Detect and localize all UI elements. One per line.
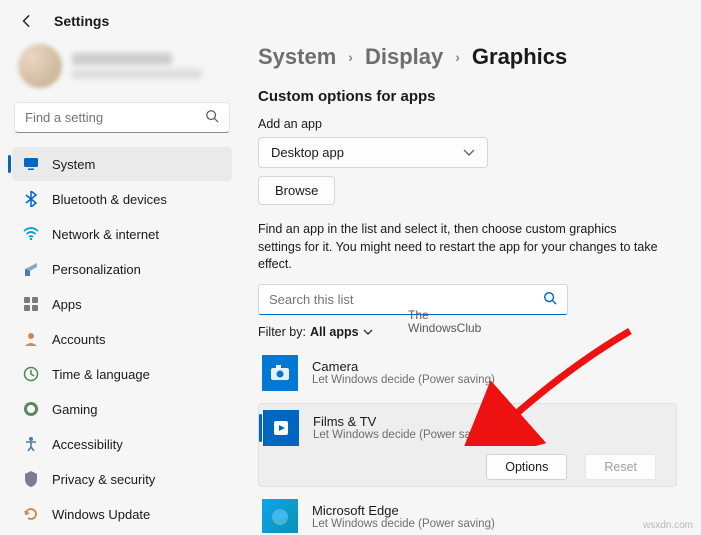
app-row-edge[interactable]: Microsoft Edge Let Windows decide (Power… xyxy=(258,493,677,534)
filter-label: Filter by: xyxy=(258,325,306,339)
system-icon xyxy=(22,155,40,173)
accessibility-icon xyxy=(22,435,40,453)
update-icon xyxy=(22,505,40,523)
back-button[interactable] xyxy=(18,12,36,30)
edge-icon xyxy=(262,499,298,534)
breadcrumb-graphics: Graphics xyxy=(472,44,567,70)
filter-value[interactable]: All apps xyxy=(310,325,359,339)
add-app-label: Add an app xyxy=(258,117,677,131)
sidebar-item-accessibility[interactable]: Accessibility xyxy=(12,427,232,461)
app-subtitle: Let Windows decide (Power saving) xyxy=(313,429,496,441)
app-name: Camera xyxy=(312,359,495,374)
breadcrumb-display[interactable]: Display xyxy=(365,44,443,70)
reset-button[interactable]: Reset xyxy=(585,454,656,480)
profile-name xyxy=(72,53,172,65)
sidebar-item-label: Windows Update xyxy=(52,507,150,522)
profile-block[interactable] xyxy=(12,42,240,102)
app-name: Films & TV xyxy=(313,414,496,429)
sidebar-item-update[interactable]: Windows Update xyxy=(12,497,232,531)
sidebar-item-label: Network & internet xyxy=(52,227,159,242)
main-content: System › Display › Graphics Custom optio… xyxy=(240,38,701,533)
app-subtitle: Let Windows decide (Power saving) xyxy=(312,518,495,530)
gaming-icon xyxy=(22,400,40,418)
dropdown-value: Desktop app xyxy=(271,145,344,160)
shield-icon xyxy=(22,470,40,488)
breadcrumb-system[interactable]: System xyxy=(258,44,336,70)
accounts-icon xyxy=(22,330,40,348)
sidebar-item-network[interactable]: Network & internet xyxy=(12,217,232,251)
sidebar-item-privacy[interactable]: Privacy & security xyxy=(12,462,232,496)
apps-icon xyxy=(22,295,40,313)
bluetooth-icon xyxy=(22,190,40,208)
sidebar-item-label: Accessibility xyxy=(52,437,123,452)
app-row-camera[interactable]: Camera Let Windows decide (Power saving) xyxy=(258,349,677,397)
source-mark: wsxdn.com xyxy=(643,520,693,531)
section-title: Custom options for apps xyxy=(258,88,677,105)
app-subtitle: Let Windows decide (Power saving) xyxy=(312,374,495,386)
sidebar-item-gaming[interactable]: Gaming xyxy=(12,392,232,426)
app-name: Microsoft Edge xyxy=(312,503,495,518)
sidebar-item-label: Time & language xyxy=(52,367,150,382)
search-icon xyxy=(543,291,557,308)
sidebar-item-time[interactable]: Time & language xyxy=(12,357,232,391)
sidebar-item-label: Apps xyxy=(52,297,82,312)
sidebar-item-bluetooth[interactable]: Bluetooth & devices xyxy=(12,182,232,216)
sidebar-item-system[interactable]: System xyxy=(12,147,232,181)
chevron-down-icon xyxy=(363,325,373,339)
search-icon xyxy=(205,109,219,126)
sidebar-item-apps[interactable]: Apps xyxy=(12,287,232,321)
wifi-icon xyxy=(22,225,40,243)
films-tv-icon xyxy=(263,410,299,446)
search-input[interactable] xyxy=(25,110,205,125)
paint-icon xyxy=(22,260,40,278)
sidebar-search[interactable] xyxy=(14,102,230,133)
sidebar-item-label: Personalization xyxy=(52,262,141,277)
sidebar-item-label: System xyxy=(52,157,95,172)
list-search[interactable] xyxy=(258,284,568,315)
chevron-down-icon xyxy=(463,145,475,160)
camera-icon xyxy=(262,355,298,391)
app-type-dropdown[interactable]: Desktop app xyxy=(258,137,488,168)
breadcrumb: System › Display › Graphics xyxy=(258,44,677,70)
sidebar-item-label: Bluetooth & devices xyxy=(52,192,167,207)
sidebar-item-label: Accounts xyxy=(52,332,105,347)
chevron-right-icon: › xyxy=(348,49,353,65)
clock-icon xyxy=(22,365,40,383)
profile-email xyxy=(72,69,202,79)
sidebar: System Bluetooth & devices Network & int… xyxy=(0,38,240,533)
browse-button[interactable]: Browse xyxy=(258,176,335,205)
help-text: Find an app in the list and select it, t… xyxy=(258,221,658,274)
app-row-films-tv[interactable]: Films & TV Let Windows decide (Power sav… xyxy=(258,403,677,487)
avatar xyxy=(18,44,62,88)
options-button[interactable]: Options xyxy=(486,454,567,480)
chevron-right-icon: › xyxy=(455,49,460,65)
sidebar-item-label: Privacy & security xyxy=(52,472,155,487)
app-title: Settings xyxy=(54,13,109,29)
sidebar-item-personalization[interactable]: Personalization xyxy=(12,252,232,286)
sidebar-item-accounts[interactable]: Accounts xyxy=(12,322,232,356)
sidebar-item-label: Gaming xyxy=(52,402,98,417)
list-search-input[interactable] xyxy=(269,292,543,307)
